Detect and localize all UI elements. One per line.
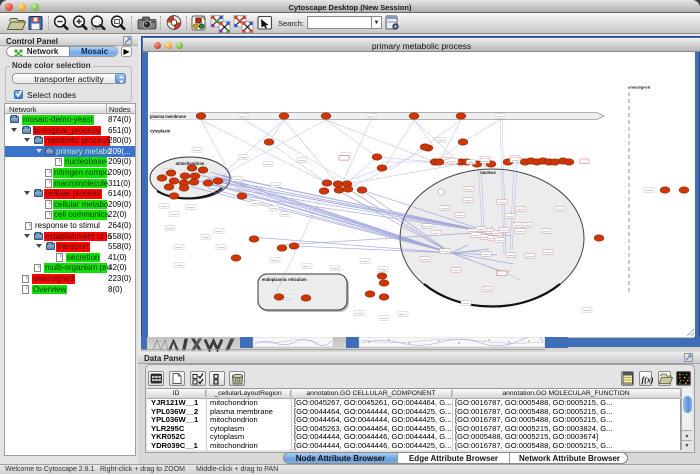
svg-text:endoplasmic reticulum: endoplasmic reticulum: [262, 277, 307, 282]
svg-text:nucleus: nucleus: [480, 170, 496, 175]
svg-text:plasma membrane: plasma membrane: [150, 114, 187, 119]
svg-text:unassigned: unassigned: [628, 85, 651, 90]
svg-text:cytoplasm: cytoplasm: [150, 129, 171, 134]
svg-text:f(x): f(x): [642, 376, 654, 385]
